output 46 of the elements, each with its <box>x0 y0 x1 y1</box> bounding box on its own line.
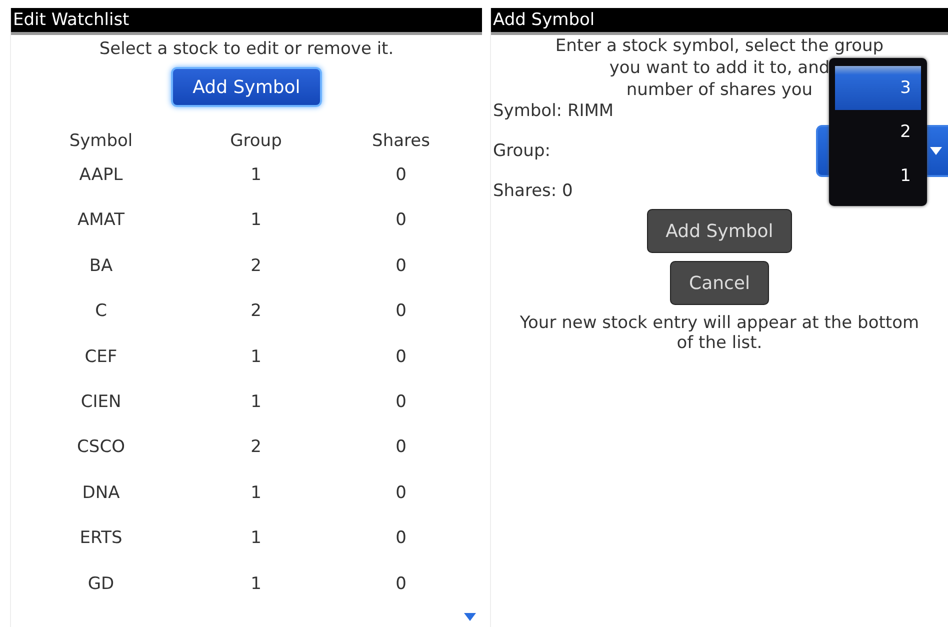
table-cell-text: AMAT <box>78 210 124 232</box>
table-cell-text: 0 <box>396 482 406 505</box>
table-cell-text: 0 <box>396 256 406 278</box>
note-text: Your new stock entry will appear at the bottom of the list. <box>518 313 920 353</box>
table-cell-text: BA <box>89 256 113 278</box>
table-cell-text: CEF <box>84 346 118 369</box>
column-header: Shares <box>372 131 430 153</box>
table-cell-text: 1 <box>250 574 262 596</box>
table-cell-text: 0 <box>396 301 406 324</box>
table-cell-text: 1 <box>250 165 262 187</box>
table-cell-text: 1 <box>250 210 262 232</box>
column-header: Group <box>230 131 282 153</box>
table-cell-text: 1 <box>250 528 262 550</box>
table-cell-text: CSCO <box>77 437 125 460</box>
table-cell-text: 1 <box>250 392 262 414</box>
screen-title: Add Symbol <box>490 8 948 35</box>
group-option[interactable]: 3 <box>834 66 921 110</box>
table-cell-text: 0 <box>396 346 406 369</box>
table-cell-text: C <box>95 301 107 324</box>
table-cell-text: 0 <box>396 165 406 187</box>
instruction-text: you want to add it to, and <box>609 57 830 79</box>
caret-icon <box>930 147 942 155</box>
dialog-button[interactable]: Cancel <box>670 261 769 305</box>
table-cell-text: AAPL <box>79 165 123 187</box>
table-cell-text: 1 <box>250 346 262 369</box>
table-cell-text: 0 <box>396 437 406 460</box>
screen-title: Edit Watchlist <box>11 8 482 35</box>
table-cell-text: 0 <box>396 392 406 414</box>
instruction-text: Enter a stock symbol, select the group <box>555 35 884 57</box>
table-cell-text: ERTS <box>80 528 122 550</box>
table-cell-text: GD <box>88 574 114 596</box>
group-label: Group: <box>492 141 550 161</box>
table-cell-text: 2 <box>250 256 262 278</box>
table-cell-text: 2 <box>250 301 262 324</box>
table-cell-text: 0 <box>396 574 406 596</box>
table-cell-text: 0 <box>396 528 406 550</box>
add-symbol-button[interactable]: Add Symbol <box>170 67 322 107</box>
instruction-text: number of shares you <box>626 79 813 101</box>
dialog-button[interactable]: Add Symbol <box>646 209 792 253</box>
table-cell-text: 2 <box>250 437 262 460</box>
instruction-text: Select a stock to edit or remove it. <box>99 39 394 59</box>
table-cell-text: DNA <box>82 482 120 505</box>
table-cell-text: CIEN <box>80 392 122 414</box>
table-cell-text: 0 <box>396 210 406 232</box>
column-header: Symbol <box>69 131 133 153</box>
table-cell-text: 1 <box>250 482 262 505</box>
